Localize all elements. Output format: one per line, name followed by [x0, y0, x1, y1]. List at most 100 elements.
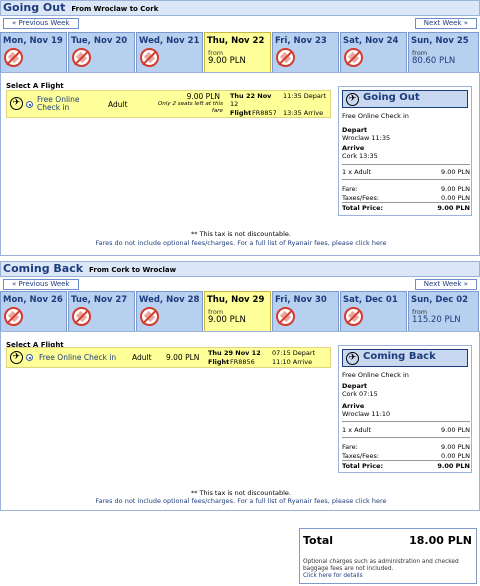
passenger-type: Adult	[108, 100, 128, 109]
outbound-section: Going Out From Wroclaw to Cork « Previou…	[0, 0, 480, 30]
date-tab[interactable]: Sun, Dec 02 from 115.20 PLN	[408, 291, 479, 331]
no-flights-icon	[140, 48, 159, 67]
date-tab-label: Tue, Nov 20	[71, 36, 128, 46]
date-tab-label: Tue, Nov 27	[71, 295, 128, 305]
flight-radio[interactable]	[26, 354, 33, 361]
arrive-time: 13:35 Arrive	[283, 109, 324, 117]
summary-fare-value: 9.00 PLN	[441, 443, 470, 451]
depart-time: 07:15 Depart	[272, 349, 316, 357]
summary-total-value: 9.00 PLN	[437, 462, 470, 470]
summary-total-label: Total Price:	[342, 462, 384, 470]
no-flights-icon	[344, 307, 363, 326]
inbound-date-tabs: Mon, Nov 26 Tue, Nov 27 Wed, Nov 28 Thu, No…	[0, 291, 480, 331]
summary-tax-line: Taxes/Fees: 0.00 PLN	[342, 194, 470, 202]
summary-arrive-value: Wroclaw 11:10	[342, 410, 391, 418]
summary-fare-label: Fare:	[342, 443, 358, 451]
divider	[342, 421, 470, 422]
summary-pax-line: 1 x Adult 9.00 PLN	[342, 426, 470, 434]
date-tab-price: 9.00 PLN	[208, 315, 246, 325]
date-tab[interactable]: Wed, Nov 21	[136, 32, 203, 72]
tax-note: ** This tax is not discountable.	[191, 230, 291, 238]
summary-title: Coming Back	[363, 351, 436, 362]
summary-pax-label: 1 x Adult	[342, 426, 372, 434]
date-tab[interactable]: Mon, Nov 26	[0, 291, 67, 331]
outbound-route: From Wroclaw to Cork	[71, 5, 159, 13]
summary-fare-line: Fare: 9.00 PLN	[342, 185, 470, 193]
total-box: Total 18.00 PLN Optional charges such as…	[299, 528, 477, 584]
no-flights-icon	[276, 307, 295, 326]
no-flights-icon	[140, 307, 159, 326]
summary-total-label: Total Price:	[342, 204, 384, 212]
plane-icon: ✈	[346, 352, 359, 365]
divider	[342, 202, 470, 203]
no-flights-icon	[344, 48, 363, 67]
next-week-button[interactable]: Next Week »	[414, 279, 477, 290]
fare-price: 9.00 PLN	[186, 92, 220, 101]
summary-arrive-value: Cork 13:35	[342, 152, 378, 160]
flight-date: Thu 22 Nov	[230, 92, 272, 100]
flight-row[interactable]: ✈ Free Online Check in Adult 9.00 PLN Th…	[6, 347, 331, 368]
previous-week-button[interactable]: « Previous Week	[3, 18, 79, 29]
date-tab[interactable]: Wed, Nov 28	[136, 291, 203, 331]
fees-link[interactable]: Fares do not include optional fees/charg…	[1, 239, 480, 247]
summary-fare-value: 9.00 PLN	[441, 185, 470, 193]
date-tab-label: Fri, Nov 30	[275, 295, 327, 305]
inbound-header: Coming Back From Cork to Wroclaw	[0, 261, 480, 277]
total-note-text: Optional charges such as administration …	[303, 559, 459, 572]
summary-tax-label: Taxes/Fees:	[342, 452, 380, 460]
summary-pax-line: 1 x Adult 9.00 PLN	[342, 168, 470, 176]
date-tab-label: Mon, Nov 26	[3, 295, 63, 305]
date-tab-price: 80.60 PLN	[412, 56, 456, 66]
summary-total-line: Total Price: 9.00 PLN	[342, 204, 470, 212]
flight-radio[interactable]	[26, 101, 33, 108]
summary-tax-label: Taxes/Fees:	[342, 194, 380, 202]
no-flights-icon	[72, 48, 91, 67]
previous-week-button[interactable]: « Previous Week	[3, 279, 79, 290]
date-tab-label: Mon, Nov 19	[3, 36, 63, 46]
summary-fare-label: Fare:	[342, 185, 358, 193]
summary-total-line: Total Price: 9.00 PLN	[342, 462, 470, 470]
next-week-button[interactable]: Next Week »	[414, 18, 477, 29]
summary-depart-value: Wroclaw 11:35	[342, 134, 391, 142]
date-tab[interactable]: Fri, Nov 23	[272, 32, 339, 72]
date-tab[interactable]: Tue, Nov 20	[68, 32, 135, 72]
summary-pax-label: 1 x Adult	[342, 168, 372, 176]
date-tab-label: Thu, Nov 29	[207, 295, 265, 305]
date-tab-price: 9.00 PLN	[208, 56, 246, 66]
date-tab[interactable]: Thu, Nov 29 from 9.00 PLN	[204, 291, 271, 331]
summary-fare: Free Online Check in	[342, 371, 409, 379]
summary-pax-value: 9.00 PLN	[441, 426, 470, 434]
date-tab[interactable]: Thu, Nov 22 from 9.00 PLN	[204, 32, 271, 72]
flight-date: Thu 29 Nov 12	[208, 349, 261, 357]
seats-note: Only 2 seats left at this fare	[157, 101, 223, 114]
date-tab[interactable]: Fri, Nov 30	[272, 291, 339, 331]
date-tab-label: Thu, Nov 22	[207, 36, 265, 46]
date-tab[interactable]: Sat, Dec 01	[340, 291, 407, 331]
outbound-summary: ✈ Going Out Free Online Check in Depart …	[338, 86, 472, 216]
date-tab[interactable]: Sun, Nov 25 from 80.60 PLN	[408, 32, 479, 72]
outbound-title: Going Out	[3, 1, 66, 14]
date-tab-price: 115.20 PLN	[412, 315, 461, 325]
inbound-week-nav: « Previous Week Next Week »	[0, 277, 480, 291]
divider	[342, 437, 470, 438]
fees-link[interactable]: Fares do not include optional fees/charg…	[1, 497, 480, 505]
details-link[interactable]: Click here for details	[303, 573, 363, 579]
total-note: Optional charges such as administration …	[303, 559, 473, 580]
divider	[342, 460, 470, 461]
fare-name: Free Online Check in	[37, 95, 80, 112]
summary-tax-line: Taxes/Fees: 0.00 PLN	[342, 452, 470, 460]
no-flights-icon	[4, 307, 23, 326]
date-tab[interactable]: Mon, Nov 19	[0, 32, 67, 72]
summary-total-value: 9.00 PLN	[437, 204, 470, 212]
flight-label: Flight	[230, 109, 252, 117]
date-tab[interactable]: Tue, Nov 27	[68, 291, 135, 331]
no-flights-icon	[72, 307, 91, 326]
date-tab-label: Fri, Nov 23	[275, 36, 327, 46]
outbound-date-tabs: Mon, Nov 19 Tue, Nov 20 Wed, Nov 21 Thu, No…	[0, 32, 480, 72]
inbound-title: Coming Back	[3, 262, 84, 275]
flight-row[interactable]: ✈ Free Online Check in Adult 9.00 PLN On…	[6, 90, 331, 118]
flight-date-year: 12	[230, 100, 239, 108]
inbound-flight-panel: Select A Flight ✈ Free Online Check in A…	[0, 331, 480, 511]
divider	[342, 164, 470, 165]
date-tab[interactable]: Sat, Nov 24	[340, 32, 407, 72]
